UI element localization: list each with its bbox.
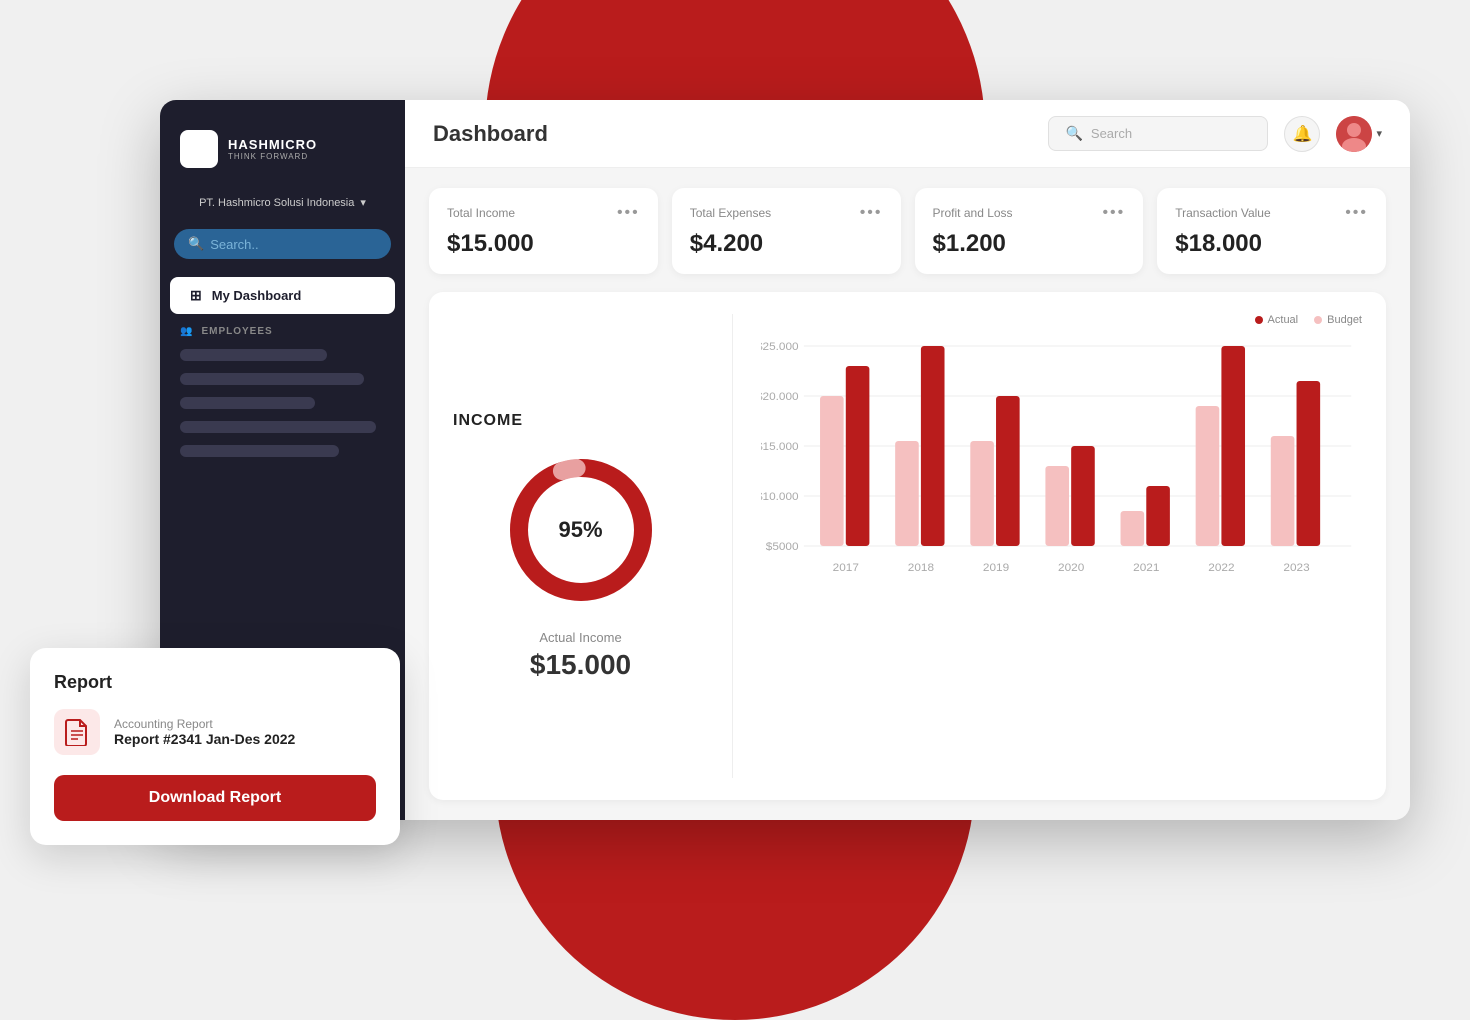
sidebar-search-icon: 🔍 xyxy=(188,236,204,252)
sidebar-skeleton-2 xyxy=(180,373,364,385)
stat-card-header-1: Total Expenses ••• xyxy=(690,204,883,222)
sidebar-skeleton-1 xyxy=(180,349,327,361)
sidebar-item-label: My Dashboard xyxy=(212,288,302,303)
stat-card-total-expenses: Total Expenses ••• $4.200 xyxy=(672,188,901,274)
report-info: Accounting Report Report #2341 Jan-Des 2… xyxy=(114,717,295,747)
download-report-button[interactable]: Download Report xyxy=(54,775,376,821)
svg-text:2019: 2019 xyxy=(983,562,1009,574)
stat-card-profit-loss: Profit and Loss ••• $1.200 xyxy=(915,188,1144,274)
stat-value-1: $4.200 xyxy=(690,230,883,258)
page-title: Dashboard xyxy=(433,121,548,147)
donut-percent: 95% xyxy=(558,517,602,543)
user-avatar[interactable] xyxy=(1336,116,1372,152)
svg-text:$20.000: $20.000 xyxy=(761,391,799,403)
dashboard-icon: ⊞ xyxy=(190,287,202,304)
sidebar-section-employees: 👥 EMPLOYEES xyxy=(160,316,405,343)
section-label-text: EMPLOYEES xyxy=(201,326,272,337)
stat-card-header-0: Total Income ••• xyxy=(447,204,640,222)
svg-text:$10.000: $10.000 xyxy=(761,491,799,503)
stat-label-3: Transaction Value xyxy=(1175,206,1270,220)
brand-tagline: THINK FORWARD xyxy=(228,152,317,161)
svg-text:$5000: $5000 xyxy=(766,541,799,553)
stat-menu-1[interactable]: ••• xyxy=(860,204,883,222)
legend-budget: Budget xyxy=(1314,314,1362,326)
legend-actual-dot xyxy=(1255,316,1263,324)
user-chevron-icon: ▾ xyxy=(1376,127,1382,140)
sidebar-search-input[interactable] xyxy=(210,237,377,252)
header: Dashboard 🔍 🔔 ▾ xyxy=(405,100,1410,168)
user-dropdown[interactable]: ▾ xyxy=(1336,116,1382,152)
stat-cards: Total Income ••• $15.000 Total Expenses … xyxy=(429,188,1386,274)
stat-menu-3[interactable]: ••• xyxy=(1345,204,1368,222)
income-right: Actual Budget xyxy=(733,314,1362,778)
dashboard-body: Total Income ••• $15.000 Total Expenses … xyxy=(405,168,1410,820)
sidebar-skeleton-3 xyxy=(180,397,315,409)
employees-icon: 👥 xyxy=(180,326,193,337)
stat-card-header-2: Profit and Loss ••• xyxy=(933,204,1126,222)
income-left: INCOME 95% Actual Income $15.0 xyxy=(453,314,733,778)
chart-area: $25.000 $20.000 $15.000 $10.000 $5000 xyxy=(761,336,1362,778)
svg-text:2022: 2022 xyxy=(1208,562,1234,574)
income-title: INCOME xyxy=(453,412,523,430)
stat-menu-2[interactable]: ••• xyxy=(1102,204,1125,222)
svg-text:2020: 2020 xyxy=(1058,562,1084,574)
actual-income-label: Actual Income xyxy=(539,630,621,645)
svg-text:2023: 2023 xyxy=(1283,562,1309,574)
stat-card-total-income: Total Income ••• $15.000 xyxy=(429,188,658,274)
legend-budget-label: Budget xyxy=(1327,314,1362,326)
legend-budget-dot xyxy=(1314,316,1322,324)
sidebar-skeleton-4 xyxy=(180,421,376,433)
notification-button[interactable]: 🔔 xyxy=(1284,116,1320,152)
header-search-icon: 🔍 xyxy=(1065,125,1082,142)
report-file-icon xyxy=(54,709,100,755)
header-search-bar[interactable]: 🔍 xyxy=(1048,116,1268,151)
chevron-down-icon: ▾ xyxy=(360,196,366,209)
sidebar-logo: HASHMICRO THINK FORWARD xyxy=(160,120,405,188)
brand-name: HASHMICRO xyxy=(228,137,317,152)
chart-legend: Actual Budget xyxy=(761,314,1362,326)
header-search-input[interactable] xyxy=(1091,126,1252,141)
sidebar-skeleton-5 xyxy=(180,445,339,457)
actual-income-value: $15.000 xyxy=(530,649,631,681)
donut-chart: 95% xyxy=(501,450,661,610)
stat-value-0: $15.000 xyxy=(447,230,640,258)
stat-value-2: $1.200 xyxy=(933,230,1126,258)
logo-text: HASHMICRO THINK FORWARD xyxy=(228,137,317,161)
stat-card-header-3: Transaction Value ••• xyxy=(1175,204,1368,222)
stat-menu-0[interactable]: ••• xyxy=(617,204,640,222)
svg-text:2018: 2018 xyxy=(908,562,934,574)
svg-text:2017: 2017 xyxy=(833,562,859,574)
company-name: PT. Hashmicro Solusi Indonesia xyxy=(199,197,354,209)
stat-label-1: Total Expenses xyxy=(690,206,771,220)
svg-text:$25.000: $25.000 xyxy=(761,341,799,353)
svg-text:2021: 2021 xyxy=(1133,562,1159,574)
main-content: Dashboard 🔍 🔔 ▾ xyxy=(405,100,1410,820)
stat-card-transaction-value: Transaction Value ••• $18.000 xyxy=(1157,188,1386,274)
report-card: Report Accounting Report Report #2341 Ja… xyxy=(30,648,400,845)
header-right: 🔍 🔔 ▾ xyxy=(1048,116,1382,152)
report-type: Accounting Report xyxy=(114,717,295,731)
stat-label-0: Total Income xyxy=(447,206,515,220)
logo-icon xyxy=(180,130,218,168)
report-item: Accounting Report Report #2341 Jan-Des 2… xyxy=(54,709,376,755)
sidebar-item-my-dashboard[interactable]: ⊞ My Dashboard xyxy=(170,277,395,314)
legend-actual: Actual xyxy=(1255,314,1299,326)
legend-actual-label: Actual xyxy=(1268,314,1299,326)
report-card-title: Report xyxy=(54,672,376,693)
company-selector[interactable]: PT. Hashmicro Solusi Indonesia ▾ xyxy=(160,188,405,217)
svg-text:$15.000: $15.000 xyxy=(761,441,799,453)
report-name: Report #2341 Jan-Des 2022 xyxy=(114,731,295,747)
bar-chart-svg: $25.000 $20.000 $15.000 $10.000 $5000 xyxy=(761,336,1362,596)
stat-value-3: $18.000 xyxy=(1175,230,1368,258)
stat-label-2: Profit and Loss xyxy=(933,206,1013,220)
sidebar-search-bar[interactable]: 🔍 xyxy=(174,229,391,259)
income-section: INCOME 95% Actual Income $15.0 xyxy=(429,292,1386,800)
